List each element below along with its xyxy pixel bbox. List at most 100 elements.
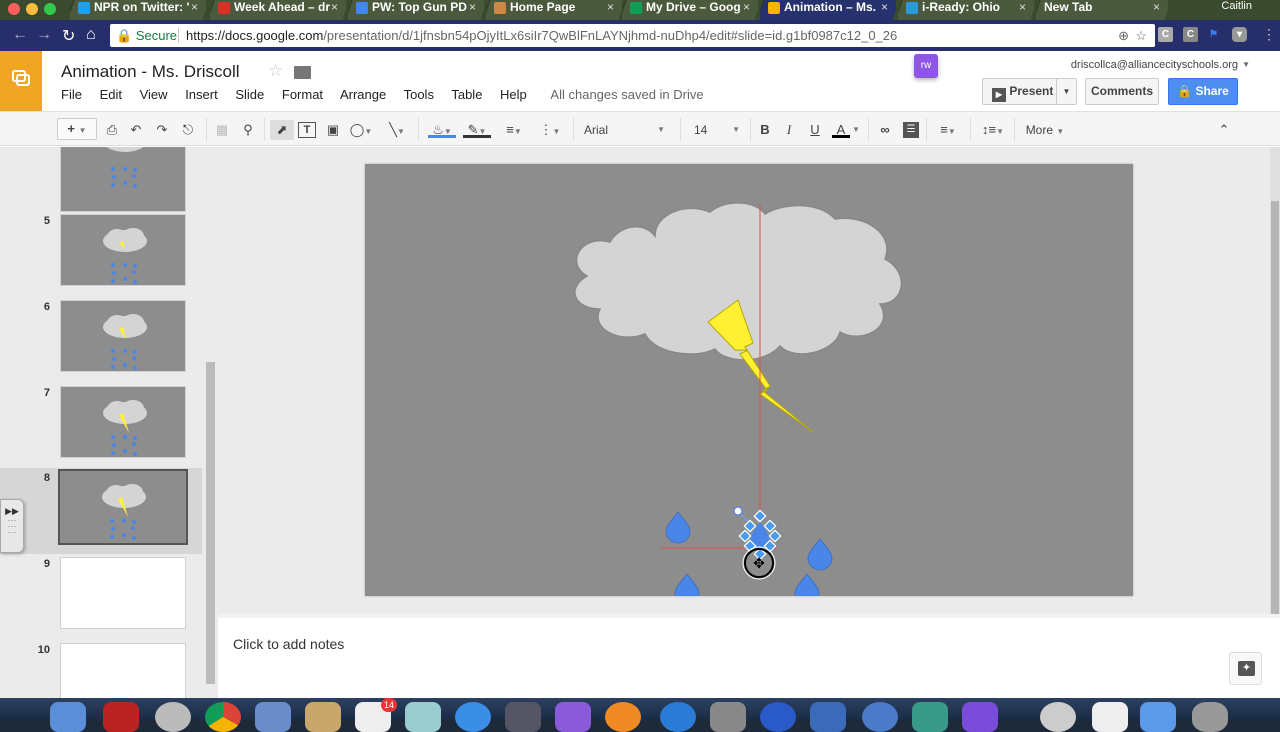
facetime-icon[interactable] [505,702,541,732]
rss-widget-icon[interactable] [1140,702,1176,732]
more-button[interactable]: More ▼ [1024,120,1066,140]
menu-tools[interactable]: Tools [404,87,434,102]
quicktime-icon[interactable] [760,702,796,732]
document-title[interactable]: Animation - Ms. Driscoll [61,62,240,82]
contacts-icon[interactable] [305,702,341,732]
browser-tab[interactable]: PW: Top Gun PD × [348,0,484,20]
secure-indicator[interactable]: 🔒 Secure [116,24,177,47]
resize-handle[interactable] [743,519,757,533]
image-icon[interactable]: ▣ [325,120,341,140]
close-tab-icon[interactable]: × [1153,0,1160,15]
slides-logo[interactable] [0,51,42,111]
messages-icon[interactable] [455,702,491,732]
resize-handle[interactable] [763,519,777,533]
menu-edit[interactable]: Edit [100,87,122,102]
menu-arrange[interactable]: Arrange [340,87,386,102]
save-status[interactable]: All changes saved in Drive [550,87,703,102]
new-slide-button[interactable]: + ▼ [57,118,97,140]
close-tab-icon[interactable]: × [607,0,614,15]
speaker-notes[interactable]: Click to add notes ✦ [218,614,1280,698]
resize-handle[interactable] [738,529,752,543]
close-tab-icon[interactable]: × [743,0,750,15]
browser-tab[interactable]: Animation – Ms. × [760,0,896,20]
iphoto-icon[interactable] [912,702,948,732]
folder-icon[interactable] [294,66,311,79]
photo-booth-icon[interactable] [103,702,139,732]
print-icon[interactable]: ⎙ [104,120,120,140]
resize-handle[interactable] [768,529,782,543]
menu-help[interactable]: Help [500,87,527,102]
slide-thumbnail-8[interactable]: 8 [0,468,202,554]
slide-thumbnail-9[interactable]: 9 [0,554,202,640]
redo-icon[interactable]: ↷ [154,120,170,140]
notes-app-icon[interactable] [405,702,441,732]
menu-view[interactable]: View [140,87,168,102]
underline-button[interactable]: U [808,120,822,140]
line-icon[interactable]: ╲▼ [384,120,410,140]
close-tab-icon[interactable]: × [1019,0,1026,15]
shape-icon[interactable]: ◯▼ [348,120,374,140]
account-email[interactable]: driscollca@alliancecityschools.org [1071,59,1238,71]
browser-tab[interactable]: Home Page × [486,0,622,20]
chevron-down-icon[interactable]: ▼ [1242,60,1250,69]
star-icon[interactable]: ☆ [268,61,283,81]
menu-file[interactable]: File [61,87,82,102]
address-bar[interactable]: 🔒 Secure https://docs.google.com/present… [110,24,1155,47]
font-size-dropdown[interactable]: 14 ▼ [694,120,744,140]
read-write-extension-icon[interactable]: rw [914,54,938,78]
paint-format-icon[interactable]: ⎋ [180,120,196,140]
launchpad-icon[interactable] [155,702,191,732]
raindrop-shape[interactable] [794,573,820,606]
bookmark-star-icon[interactable]: ☆ [1135,24,1147,47]
italic-button[interactable]: I [782,120,796,140]
font-family-dropdown[interactable]: Arial ▼ [584,120,669,140]
collapse-toolbar-icon[interactable]: ⌃ [1216,120,1232,140]
imovie-icon[interactable] [962,702,998,732]
slide-thumbnail-5[interactable]: 5 [0,211,202,297]
select-tool-icon[interactable]: ⬈ [270,120,294,140]
present-options-caret[interactable]: ▼ [1056,79,1076,104]
menu-slide[interactable]: Slide [235,87,264,102]
explore-button[interactable]: ✦ [1229,652,1262,685]
extension-c2-icon[interactable]: C [1183,27,1198,42]
raindrop-shape[interactable] [665,511,691,544]
system-preferences-icon[interactable] [710,702,746,732]
maximize-window-button[interactable] [44,3,56,15]
link-icon[interactable]: ∞ [876,120,894,140]
text-color-caret[interactable]: ▼ [852,120,860,140]
zoom-icon[interactable]: ⊕ [1118,24,1129,47]
menu-format[interactable]: Format [282,87,323,102]
browser-tab[interactable]: Week Ahead – dr × [210,0,346,20]
raindrop-shape[interactable] [674,573,700,606]
extension-megaphone-icon[interactable]: ⚑ [1206,27,1221,42]
zoom-icon[interactable]: ⚲ [240,120,256,140]
documents-icon[interactable] [1092,702,1128,732]
comments-button[interactable]: Comments [1085,78,1159,105]
finder-icon[interactable] [50,702,86,732]
back-icon[interactable]: ← [12,26,28,44]
app-store-icon[interactable] [660,702,696,732]
screen-sharing-icon[interactable] [810,702,846,732]
trash-icon[interactable] [1192,702,1228,732]
close-window-button[interactable] [8,3,20,15]
slide-thumbnail-10[interactable]: 10 [0,640,202,698]
extension-pocket-icon[interactable]: ▾ [1232,27,1247,42]
chrome-profile-name[interactable]: Caitlin [1221,0,1252,12]
line-spacing-icon[interactable]: ↕≡▼ [978,120,1008,140]
border-dash-icon[interactable]: ⋮▼ [536,120,564,140]
close-tab-icon[interactable]: × [469,0,476,15]
raindrop-shape[interactable] [807,538,833,571]
border-weight-icon[interactable]: ≡▼ [500,120,528,140]
forward-icon[interactable]: → [36,26,52,44]
present-button[interactable]: ▶ Present ▼ [982,78,1077,105]
browser-tab[interactable]: New Tab × [1036,0,1168,20]
browser-tab[interactable]: My Drive – Goog × [622,0,758,20]
slide-canvas[interactable]: ✥ [365,164,1133,606]
chrome-menu-icon[interactable]: ⋮ [1262,26,1276,43]
numbers-icon[interactable] [555,702,591,732]
text-color-button[interactable]: A [832,120,850,138]
text-box-icon[interactable]: T [298,122,316,138]
notes-placeholder[interactable]: Click to add notes [233,636,344,652]
close-tab-icon[interactable]: × [191,0,198,15]
chrome-icon[interactable] [205,702,241,732]
